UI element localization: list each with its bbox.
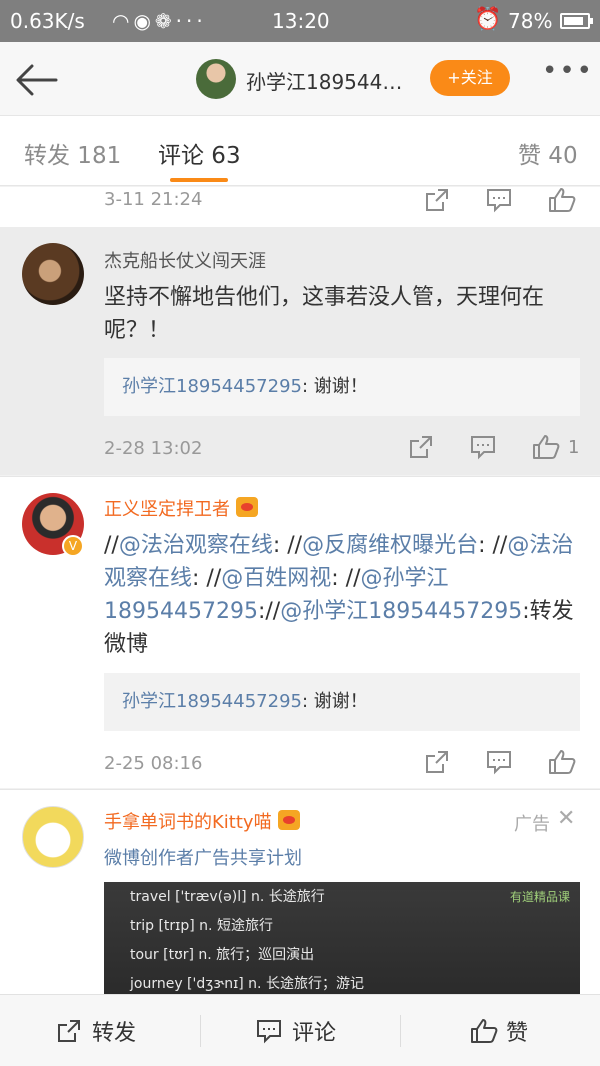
- like-icon[interactable]: [532, 434, 560, 460]
- ad-image-line: travel ['træv(ə)l] n. 长途旅行: [130, 889, 325, 905]
- network-speed: 0.63K/s: [10, 9, 85, 33]
- commenter-avatar[interactable]: [22, 243, 84, 305]
- share-icon: [58, 1020, 80, 1042]
- commenter-name-text[interactable]: 手拿单词书的Kitty喵: [104, 812, 272, 833]
- tab-reposts[interactable]: 转发 181: [24, 136, 121, 170]
- close-icon[interactable]: ✕: [557, 806, 575, 831]
- follow-button[interactable]: +关注: [430, 60, 510, 96]
- author-avatar[interactable]: [196, 59, 236, 99]
- share-icon[interactable]: [424, 187, 450, 213]
- comment-item[interactable]: V 正义坚定捍卫者 //@法治观察在线: //@反腐维权曝光台: //@法治观察…: [0, 476, 600, 788]
- ad-image-brand: 有道精品课: [509, 890, 570, 904]
- page-title[interactable]: 孙学江189544…: [246, 66, 402, 95]
- text-segment: : //: [478, 533, 508, 558]
- comment-item: 3-11 21:24: [0, 187, 600, 227]
- weibo-icon: ◉: [133, 9, 155, 33]
- tab-likes[interactable]: 赞 40: [518, 136, 578, 170]
- share-icon[interactable]: [424, 749, 450, 775]
- like-button[interactable]: 赞: [400, 995, 600, 1066]
- commenter-name-text[interactable]: 正义坚定捍卫者: [104, 499, 230, 520]
- ad-label: 广告: [514, 814, 550, 835]
- reply-text: : 谢谢！: [301, 376, 368, 397]
- ad-comment-item[interactable]: 手拿单词书的Kitty喵 广告 ✕ 微博创作者广告共享计划 有道精品课 trav…: [0, 789, 600, 995]
- comment-label: 评论: [292, 1021, 337, 1046]
- comment-timestamp: 2-28 13:02: [104, 438, 203, 459]
- ad-image[interactable]: 有道精品课 travel ['træv(ə)l] n. 长途旅行 trip [t…: [104, 882, 580, 995]
- comment-item[interactable]: 杰克船长仗义闯天涯 坚持不懈地告他们，这事若没人管，天理何在呢？！ 孙学江189…: [0, 227, 600, 475]
- text-segment: : //: [331, 566, 361, 591]
- active-tab-indicator: [170, 178, 228, 182]
- comment-icon[interactable]: [470, 434, 496, 460]
- bottom-action-bar: 转发 评论 赞: [0, 994, 600, 1066]
- commenter-avatar[interactable]: [22, 806, 84, 868]
- wechat-icon: ❁: [154, 9, 176, 33]
- comment-actions: 1: [404, 434, 579, 464]
- mention-link[interactable]: @反腐维权曝光台: [302, 533, 478, 558]
- like-icon: [471, 1019, 498, 1043]
- like-icon[interactable]: [548, 749, 576, 775]
- comment-timestamp: 2-25 08:16: [104, 753, 203, 774]
- mention-link[interactable]: @百姓网视: [221, 566, 331, 591]
- commenter-name[interactable]: 手拿单词书的Kitty喵: [104, 808, 300, 834]
- mention-link[interactable]: @孙学江18954457295: [280, 599, 522, 624]
- ad-subtitle[interactable]: 微博创作者广告共享计划: [104, 844, 302, 870]
- reply-text: : 谢谢！: [301, 691, 368, 712]
- reply-author[interactable]: 孙学江18954457295: [122, 376, 302, 397]
- back-arrow-icon[interactable]: [16, 64, 58, 96]
- ad-image-line: journey ['dʒɝnɪ] n. 长途旅行；游记: [130, 976, 364, 992]
- text-segment: : //: [192, 566, 222, 591]
- reply-box[interactable]: 孙学江18954457295: 谢谢！: [104, 673, 580, 731]
- battery-icon: [560, 13, 593, 29]
- reply-box[interactable]: 孙学江18954457295: 谢谢！: [104, 358, 580, 416]
- text-segment: : //: [272, 533, 303, 558]
- comment-text: 坚持不懈地告他们，这事若没人管，天理何在呢？！: [104, 285, 545, 343]
- comment-icon[interactable]: [486, 749, 512, 775]
- share-icon[interactable]: [408, 434, 434, 460]
- like-count: 1: [568, 437, 580, 458]
- vip-crown-icon: [236, 497, 258, 517]
- commenter-name[interactable]: 杰克船长仗义闯天涯: [104, 247, 266, 273]
- status-icons: ◠◉❁···: [112, 9, 207, 33]
- comment-actions: [420, 187, 590, 217]
- comment-text: //@法治观察在线: //@反腐维权曝光台: //@法治观察在线: //@百姓网…: [104, 529, 584, 661]
- ad-image-line: tour [tʊr] n. 旅行；巡回演出: [130, 947, 315, 963]
- ad-image-line: trip [trɪp] n. 短途旅行: [130, 918, 273, 934]
- like-label: 赞: [506, 1021, 529, 1046]
- more-options-icon[interactable]: •••: [542, 56, 594, 86]
- wifi-icon: ◠: [112, 9, 134, 33]
- clock: 13:20: [272, 9, 330, 33]
- repost-label: 转发: [92, 1021, 137, 1046]
- vip-crown-icon: [277, 810, 300, 830]
- status-bar: 0.63K/s ◠◉❁··· 13:20 ⏰ 78%: [0, 0, 600, 42]
- text-segment: ://: [257, 599, 281, 624]
- reply-author[interactable]: 孙学江18954457295: [122, 691, 302, 712]
- comment-button[interactable]: 评论: [200, 995, 400, 1066]
- tab-comments[interactable]: 评论 63: [158, 136, 241, 170]
- comment-icon[interactable]: [486, 187, 512, 213]
- repost-button[interactable]: 转发: [0, 995, 200, 1066]
- mention-link[interactable]: @法治观察在线: [119, 533, 273, 558]
- like-icon[interactable]: [548, 187, 576, 213]
- text-segment: //: [104, 533, 119, 558]
- alarm-icon: ⏰: [474, 7, 502, 32]
- comment-icon: [257, 1020, 281, 1044]
- tab-bar: 转发 181 评论 63 赞 40: [0, 116, 600, 186]
- top-nav: 孙学江189544… +关注 •••: [0, 42, 600, 116]
- verified-badge-icon: V: [62, 535, 84, 557]
- comment-actions: [420, 749, 590, 779]
- comment-timestamp: 3-11 21:24: [104, 189, 203, 210]
- more-dots-icon: ···: [175, 9, 207, 33]
- commenter-name[interactable]: 正义坚定捍卫者: [104, 495, 258, 521]
- battery-percent: 78%: [508, 9, 553, 33]
